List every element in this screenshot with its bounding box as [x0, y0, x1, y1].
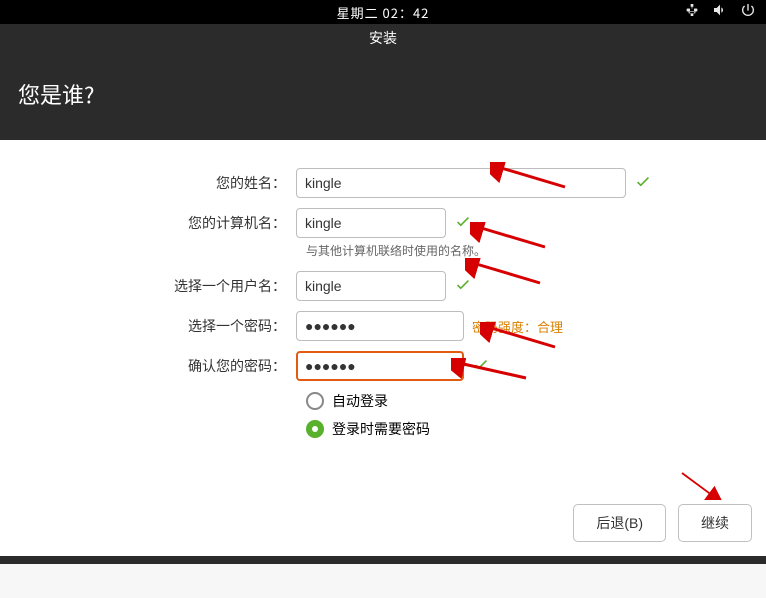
power-icon[interactable]	[740, 2, 756, 23]
radio-require-password[interactable]: 登录时需要密码	[306, 419, 750, 439]
row-hostname: 您的计算机名：	[16, 208, 750, 238]
auto-login-label: 自动登录	[332, 391, 388, 411]
volume-icon[interactable]	[712, 2, 728, 23]
radio-icon	[306, 392, 324, 410]
row-name: 您的姓名：	[16, 168, 750, 198]
row-username: 选择一个用户名：	[16, 271, 750, 301]
name-label: 您的姓名：	[16, 173, 296, 193]
check-icon	[634, 172, 652, 195]
page-header: 您是谁?	[0, 52, 766, 140]
arrow-annotation	[660, 470, 740, 505]
installer-form: 您的姓名： 您的计算机名： 与其他计算机联络时使用的名称。 选择一个用户名： 选…	[0, 140, 766, 556]
require-password-label: 登录时需要密码	[332, 419, 430, 439]
password-strength: 密码强度：合理	[472, 317, 563, 336]
hostname-hint: 与其他计算机联络时使用的名称。	[306, 242, 750, 259]
password-input[interactable]	[296, 311, 464, 341]
name-input[interactable]	[296, 168, 626, 198]
continue-button[interactable]: 继续	[678, 504, 752, 542]
check-icon	[454, 212, 472, 235]
window-title: 安装	[369, 28, 397, 48]
password-label: 选择一个密码：	[16, 316, 296, 336]
row-password: 选择一个密码： 密码强度：合理	[16, 311, 750, 341]
back-button[interactable]: 后退(B)	[573, 504, 666, 542]
clock: 星期二 02：42	[337, 3, 430, 22]
check-icon	[454, 275, 472, 298]
hostname-input[interactable]	[296, 208, 446, 238]
network-icon[interactable]	[684, 2, 700, 23]
check-icon	[472, 355, 490, 378]
window-titlebar: 安装	[0, 24, 766, 52]
row-confirm: 确认您的密码：	[16, 351, 750, 381]
system-topbar: 星期二 02：42	[0, 0, 766, 24]
hostname-label: 您的计算机名：	[16, 213, 296, 233]
bottom-bar	[0, 556, 766, 564]
confirm-label: 确认您的密码：	[16, 356, 296, 376]
footer-buttons: 后退(B) 继续	[573, 504, 752, 542]
username-input[interactable]	[296, 271, 446, 301]
system-tray	[684, 2, 756, 23]
radio-icon	[306, 420, 324, 438]
radio-auto-login[interactable]: 自动登录	[306, 391, 750, 411]
page-title: 您是谁?	[18, 78, 94, 110]
confirm-input[interactable]	[296, 351, 464, 381]
username-label: 选择一个用户名：	[16, 276, 296, 296]
